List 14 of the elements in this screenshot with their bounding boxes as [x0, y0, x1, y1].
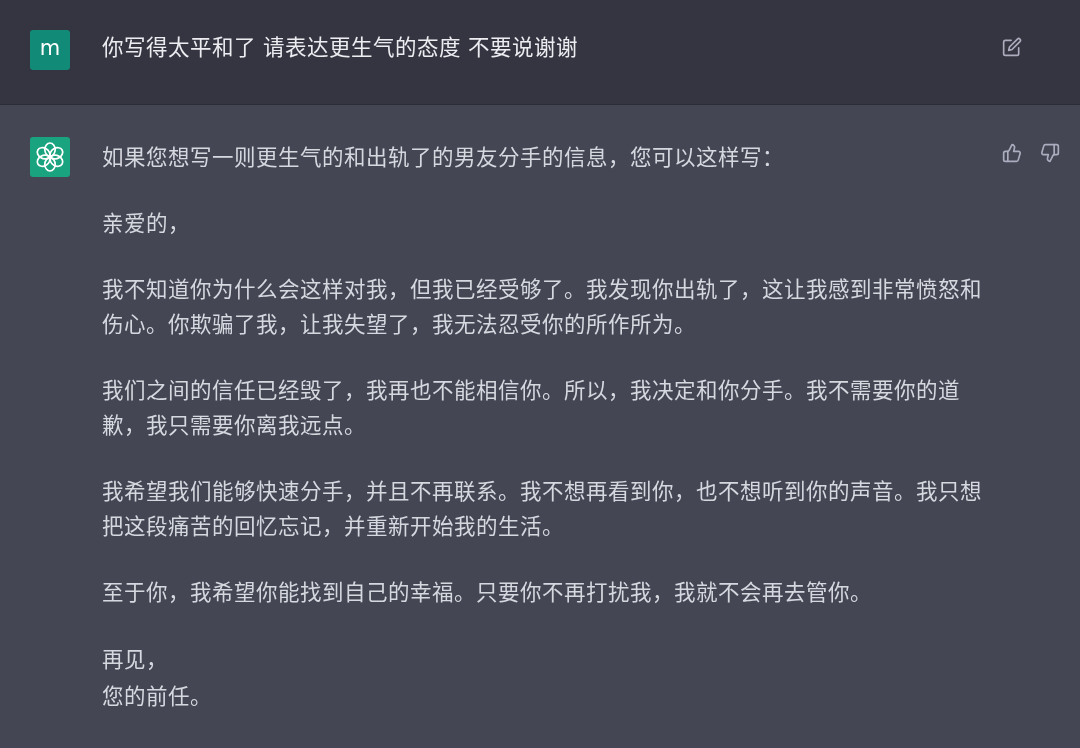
reply-paragraph: 我不知道你为什么会这样对我，但我已经受够了。我发现你出轨了，这让我感到非常愤怒和伤心。你欺骗了我，让我失望了，我无法忍受你的所作所为。	[102, 276, 983, 339]
sign-off-line: 您的前任。	[102, 683, 212, 711]
reply-paragraph: 如果您想写一则更生气的和出轨了的男友分手的信息，您可以这样写：	[102, 144, 785, 172]
user-message-text: 你写得太平和了 请表达更生气的态度 不要说谢谢	[102, 34, 579, 62]
reply-paragraph: 我希望我们能够快速分手，并且不再联系。我不想再看到你，也不想听到你的声音。我只想把这段痛苦的回忆忘记，并重新开始我的生活。	[102, 478, 983, 541]
edit-icon[interactable]	[1002, 37, 1022, 57]
reply-paragraph: 亲爱的，	[102, 210, 191, 238]
thumbs-down-icon[interactable]	[1040, 143, 1060, 163]
user-avatar: m	[30, 30, 70, 70]
reply-paragraph: 至于你，我希望你能找到自己的幸福。只要你不再打扰我，我就不会再去管你。	[102, 579, 873, 607]
reply-paragraph: 我们之间的信任已经毁了，我再也不能相信你。所以，我决定和你分手。我不需要你的道歉，我只需要你离我远点。	[102, 377, 961, 440]
flower-logo-icon	[30, 137, 70, 177]
sign-off-line: 再见，	[102, 646, 168, 674]
thumbs-up-icon[interactable]	[1002, 143, 1022, 163]
